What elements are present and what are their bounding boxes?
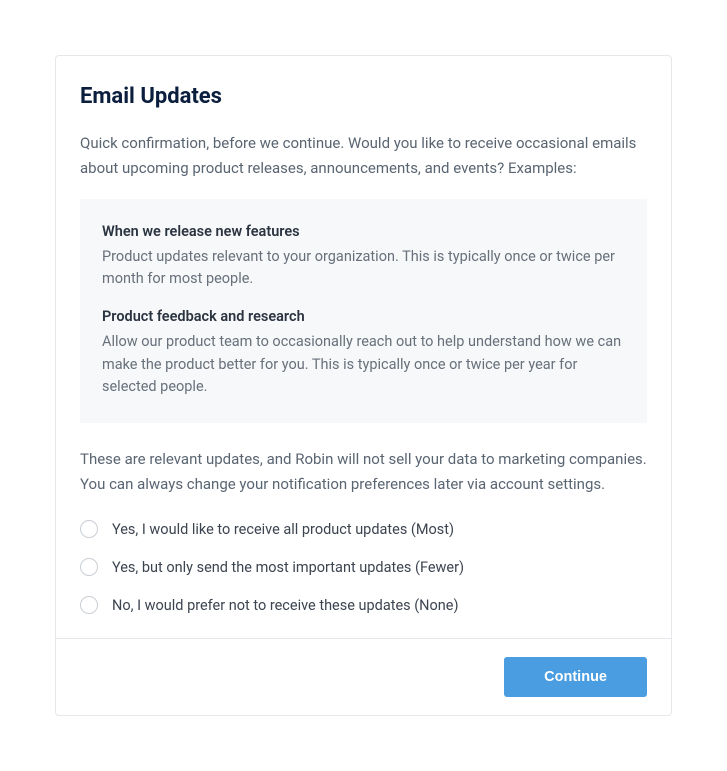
radio-icon bbox=[80, 596, 98, 614]
email-updates-card: Email Updates Quick confirmation, before… bbox=[55, 55, 672, 716]
intro-text: Quick confirmation, before we continue. … bbox=[80, 131, 647, 181]
examples-box: When we release new features Product upd… bbox=[80, 199, 647, 423]
radio-option-fewer[interactable]: Yes, but only send the most important up… bbox=[80, 558, 647, 576]
radio-label: Yes, I would like to receive all product… bbox=[112, 521, 454, 538]
radio-label: Yes, but only send the most important up… bbox=[112, 559, 464, 576]
example-research: Product feedback and research Allow our … bbox=[102, 308, 625, 398]
example-desc: Allow our product team to occasionally r… bbox=[102, 331, 625, 398]
example-features: When we release new features Product upd… bbox=[102, 223, 625, 291]
example-desc: Product updates relevant to your organiz… bbox=[102, 246, 625, 291]
radio-options: Yes, I would like to receive all product… bbox=[80, 520, 647, 614]
radio-option-most[interactable]: Yes, I would like to receive all product… bbox=[80, 520, 647, 538]
example-title: Product feedback and research bbox=[102, 308, 625, 325]
privacy-note: These are relevant updates, and Robin wi… bbox=[80, 447, 647, 497]
radio-option-none[interactable]: No, I would prefer not to receive these … bbox=[80, 596, 647, 614]
page-title: Email Updates bbox=[80, 84, 647, 109]
radio-label: No, I would prefer not to receive these … bbox=[112, 597, 459, 614]
radio-icon bbox=[80, 520, 98, 538]
card-body: Email Updates Quick confirmation, before… bbox=[56, 56, 671, 638]
radio-icon bbox=[80, 558, 98, 576]
card-footer: Continue bbox=[56, 638, 671, 715]
continue-button[interactable]: Continue bbox=[504, 657, 647, 697]
example-title: When we release new features bbox=[102, 223, 625, 240]
